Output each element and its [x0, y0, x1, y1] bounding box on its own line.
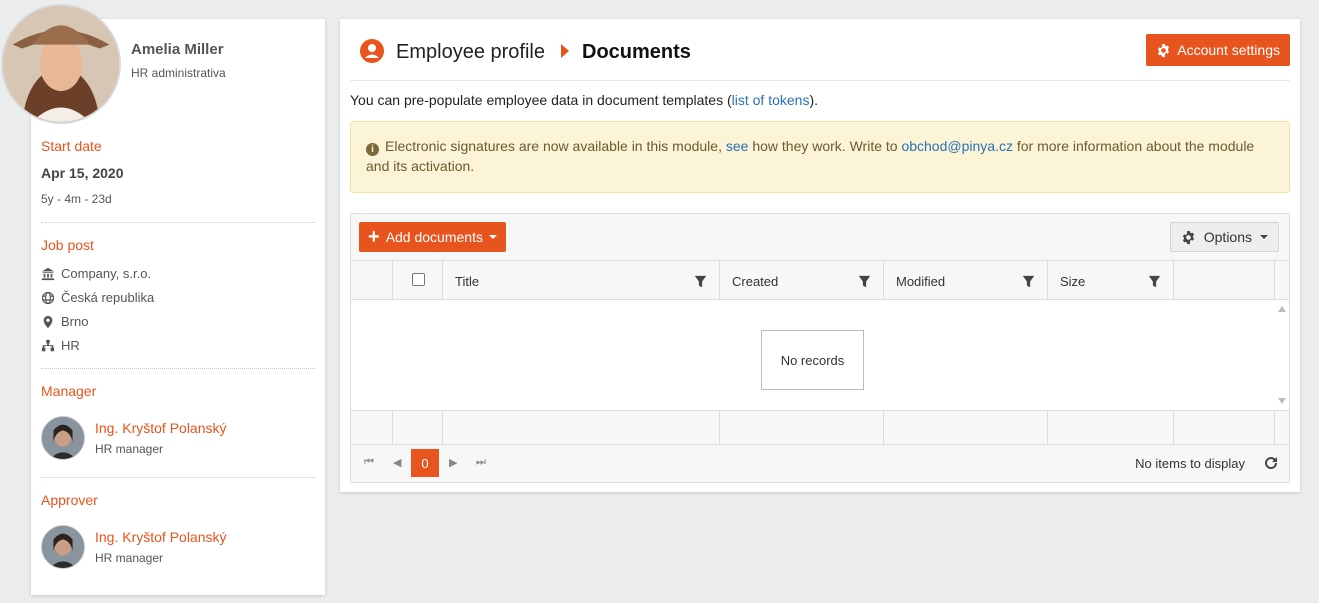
esignature-alert: i Electronic signatures are now available…: [350, 121, 1290, 193]
gear-icon: [1158, 43, 1170, 57]
manager-label: Manager: [41, 383, 97, 399]
options-label: Options: [1203, 229, 1252, 245]
email-link[interactable]: obchod@pinya.cz: [901, 138, 1013, 154]
page-header: Employee profile Documents Account setti…: [350, 19, 1290, 81]
caret-down-icon: [1260, 235, 1268, 239]
approver-role: HR manager: [95, 551, 164, 565]
country-name: Česká republika: [61, 290, 155, 305]
account-settings-label: Account settings: [1177, 42, 1280, 58]
first-page-icon[interactable]: ⏮: [364, 456, 374, 469]
column-title[interactable]: Title: [443, 261, 720, 299]
footer-cell: [393, 411, 443, 444]
user-circle-icon: [360, 39, 384, 63]
column-title-label: Title: [455, 274, 480, 289]
profile-card: Amelia Miller HR administrativa Start da…: [1, 4, 325, 595]
manager-name[interactable]: Ing. Kryštof Polanský: [95, 420, 227, 436]
employment-duration: 5y - 4m - 23d: [41, 192, 112, 206]
filter-icon[interactable]: [694, 275, 707, 288]
profile-avatar: [1, 4, 121, 124]
approver-card: Ing. Kryštof Polanský HR manager: [41, 525, 227, 569]
city-name: Brno: [61, 314, 89, 329]
caret-down-icon: [488, 235, 497, 239]
footer-cell: [351, 411, 393, 444]
start-date: Apr 15, 2020: [41, 165, 124, 181]
breadcrumb-employee-profile[interactable]: Employee profile: [396, 41, 545, 64]
column-created-label: Created: [732, 274, 779, 289]
filter-icon[interactable]: [1022, 275, 1035, 288]
next-page-icon[interactable]: ▶: [449, 456, 457, 469]
footer-cell: [1174, 411, 1275, 444]
header-actions: [1174, 261, 1275, 299]
divider: [41, 368, 315, 369]
grid-footer: [351, 410, 1289, 445]
info-icon: i: [366, 143, 379, 156]
prev-page-icon[interactable]: ◀: [393, 456, 401, 469]
column-created[interactable]: Created: [720, 261, 884, 299]
alert-text-2: how they work. Write to: [748, 138, 902, 154]
department-name: HR: [61, 338, 80, 353]
grid-header: Title Created Modified Size: [351, 261, 1289, 300]
approver-name[interactable]: Ing. Kryštof Polanský: [95, 529, 227, 545]
filter-icon[interactable]: [1148, 275, 1161, 288]
column-size-label: Size: [1060, 274, 1086, 289]
footer-cell: [1048, 411, 1174, 444]
pager: ⏮ ◀ 0 ▶ ⏭ No items to display: [351, 445, 1289, 482]
approver-label: Approver: [41, 492, 98, 508]
manager-avatar: [41, 416, 85, 460]
filter-icon[interactable]: [858, 275, 871, 288]
no-records-message: No records: [761, 330, 864, 390]
documents-panel: Employee profile Documents Account setti…: [340, 19, 1300, 492]
department-row: HR: [41, 338, 80, 353]
column-size[interactable]: Size: [1048, 261, 1174, 299]
page-title: Documents: [582, 41, 691, 63]
sitemap-icon: [41, 339, 55, 351]
plus-icon: +: [368, 226, 380, 248]
divider: [41, 222, 315, 223]
city-row: Brno: [41, 314, 88, 329]
select-all-checkbox[interactable]: [412, 273, 425, 286]
job-post-label: Job post: [41, 237, 94, 253]
company-row: Company, s.r.o.: [41, 266, 151, 281]
manager-role: HR manager: [95, 442, 164, 456]
column-modified[interactable]: Modified: [884, 261, 1048, 299]
footer-cell: [443, 411, 720, 444]
add-documents-label: Add documents: [385, 229, 483, 245]
intro-text-after: ).: [809, 92, 819, 108]
column-modified-label: Modified: [896, 274, 946, 289]
map-marker-icon: [43, 315, 53, 328]
company-name: Company, s.r.o.: [61, 266, 152, 281]
footer-cell: [884, 411, 1048, 444]
profile-role: HR administrativa: [131, 66, 226, 80]
bank-icon: [41, 267, 55, 280]
divider: [41, 477, 315, 478]
grid-body: No records: [351, 300, 1289, 410]
alert-text-1: Electronic signatures are now available …: [385, 138, 726, 154]
add-documents-button[interactable]: + Add documents: [359, 222, 506, 252]
pager-status: No items to display: [1135, 456, 1245, 471]
documents-grid: + Add documents Options Title Created Mo…: [350, 213, 1290, 483]
breadcrumb-arrow-icon: [561, 44, 569, 58]
list-of-tokens-link[interactable]: list of tokens: [732, 92, 810, 108]
profile-name: Amelia Miller: [131, 41, 224, 58]
globe-icon: [41, 291, 55, 304]
header-spacer: [351, 261, 393, 299]
last-page-icon[interactable]: ⏭: [476, 456, 486, 469]
country-row: Česká republika: [41, 290, 154, 305]
manager-card: Ing. Kryštof Polanský HR manager: [41, 416, 227, 460]
intro-text: You can pre-populate employee data in do…: [350, 92, 818, 108]
refresh-icon[interactable]: [1263, 455, 1279, 471]
scroll-down-arrow-icon[interactable]: [1278, 398, 1286, 404]
see-link[interactable]: see: [726, 138, 749, 154]
current-page[interactable]: 0: [411, 449, 439, 477]
gear-icon: [1182, 230, 1194, 244]
account-settings-button[interactable]: Account settings: [1146, 34, 1290, 66]
header-select-all: [393, 261, 443, 299]
start-date-label: Start date: [41, 138, 102, 154]
grid-toolbar: + Add documents Options: [351, 214, 1289, 261]
footer-cell: [720, 411, 884, 444]
approver-avatar: [41, 525, 85, 569]
options-button[interactable]: Options: [1169, 222, 1279, 252]
intro-text-before: You can pre-populate employee data in do…: [350, 92, 732, 108]
scroll-up-arrow-icon[interactable]: [1278, 306, 1286, 312]
